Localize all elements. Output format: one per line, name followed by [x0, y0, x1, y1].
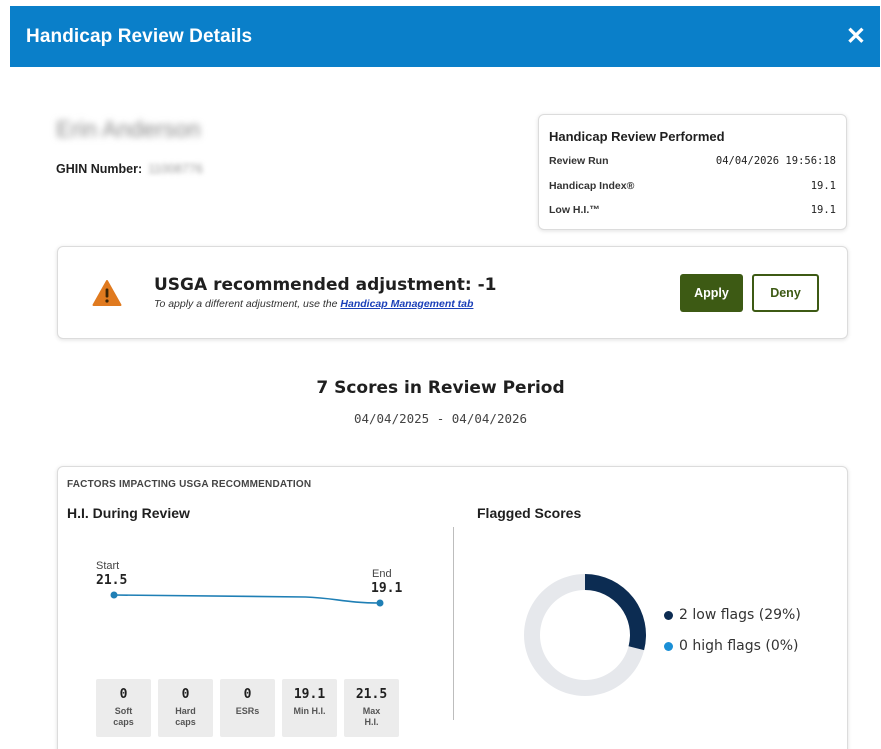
ghin-value: 11008776: [148, 162, 203, 176]
review-run-label: Review Run: [549, 155, 609, 167]
review-row-run: Review Run 04/04/2026 19:56:18: [549, 155, 836, 180]
adjustment-title: USGA recommended adjustment: -1: [154, 275, 497, 295]
handicap-index-label: Handicap Index®: [549, 179, 635, 192]
adjustment-card: USGA recommended adjustment: -1 To apply…: [57, 246, 848, 339]
section-divider: [453, 527, 454, 720]
start-value: 21.5: [96, 573, 127, 588]
review-card-title: Handicap Review Performed: [549, 129, 725, 144]
apply-button[interactable]: Apply: [680, 274, 743, 312]
stat-label: Soft caps: [96, 706, 151, 728]
ghin-label: GHIN Number:: [56, 162, 143, 176]
handicap-index-value: 19.1: [810, 179, 836, 192]
stat-label-line1: Soft: [114, 706, 133, 716]
start-label: Start: [96, 560, 119, 572]
modal-header: Handicap Review Details ✕: [10, 6, 880, 67]
end-label: End: [372, 568, 392, 580]
hi-series-line: [113, 594, 381, 604]
stat-value: 21.5: [355, 687, 388, 702]
legend-high-flags: 0 high flags (0%): [664, 638, 799, 654]
donut-low-flags-slice: [585, 574, 646, 651]
factors-card: FACTORS IMPACTING USGA RECOMMENDATION H.…: [57, 466, 848, 749]
low-hi-label: Low H.I.™: [549, 204, 600, 216]
end-point: [376, 599, 384, 607]
stat-value: 0: [243, 687, 252, 702]
stat-value: 0: [119, 687, 128, 702]
scores-title: 7 Scores in Review Period: [316, 378, 565, 398]
flagged-scores-title: Flagged Scores: [477, 505, 582, 521]
adjustment-subtitle-text: To apply a different adjustment, use the: [154, 298, 341, 310]
stat-label: Min H.I.: [282, 706, 337, 717]
stat-label-line2: caps: [175, 717, 196, 727]
stat-value: 0: [181, 687, 190, 702]
modal-title: Handicap Review Details: [26, 25, 253, 47]
review-performed-card: Handicap Review Performed Review Run 04/…: [538, 114, 847, 230]
ghin-row: GHIN Number: 11008776: [56, 162, 203, 176]
stat-hard-caps: 0 Hard caps: [158, 679, 213, 737]
review-run-value: 04/04/2026 19:56:18: [715, 155, 836, 167]
legend-low-flags: 2 low flags (29%): [664, 607, 801, 623]
stat-label-line1: ESRs: [235, 706, 260, 716]
deny-button[interactable]: Deny: [752, 274, 819, 312]
start-point: [110, 591, 118, 599]
flagged-scores-donut: [524, 574, 646, 696]
low-hi-value: 19.1: [810, 204, 836, 216]
close-icon[interactable]: ✕: [846, 24, 866, 49]
stat-label-line1: Hard: [175, 706, 196, 716]
stat-label: Hard caps: [158, 706, 213, 728]
review-row-index: Handicap Index® 19.1: [549, 180, 836, 205]
stat-min-hi: 19.1 Min H.I.: [282, 679, 337, 737]
handicap-management-link[interactable]: Handicap Management tab: [340, 298, 473, 310]
stat-label-line1: Max: [362, 706, 381, 716]
adjustment-subtitle: To apply a different adjustment, use the…: [154, 298, 473, 310]
stat-label: ESRs: [220, 706, 275, 717]
stat-label-line1: Min H.I.: [293, 706, 326, 716]
stat-label-line2: caps: [113, 717, 134, 727]
end-value: 19.1: [371, 581, 402, 596]
legend-low-text: 2 low flags (29%): [679, 607, 801, 623]
legend-dot-high: [664, 641, 673, 651]
warning-triangle-icon: [92, 280, 122, 306]
golfer-name: Erin Anderson: [56, 116, 201, 142]
legend-dot-low: [664, 610, 673, 620]
stat-value: 19.1: [293, 687, 326, 702]
stat-esrs: 0 ESRs: [220, 679, 275, 737]
stat-soft-caps: 0 Soft caps: [96, 679, 151, 737]
stat-label-line2: H.I.: [364, 717, 379, 727]
stat-max-hi: 21.5 Max H.I.: [344, 679, 399, 737]
scores-date-range: 04/04/2025 - 04/04/2026: [353, 411, 528, 426]
legend-high-text: 0 high flags (0%): [679, 638, 799, 654]
review-row-low-hi: Low H.I.™ 19.1: [549, 204, 836, 229]
stat-label: Max H.I.: [344, 706, 399, 728]
